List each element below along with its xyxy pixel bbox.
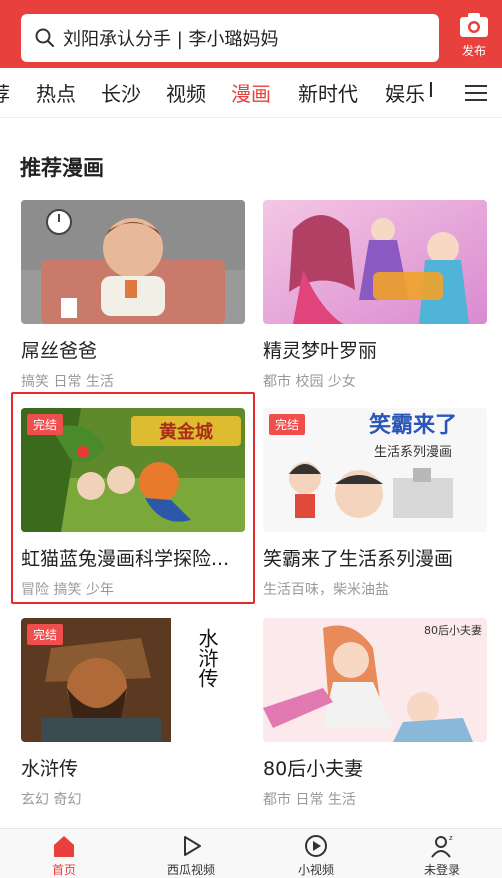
comic-card[interactable]: 黄金城 完结 虹猫蓝兔漫画科学探险... 冒险 搞笑 少年 <box>21 408 245 599</box>
svg-text:z: z <box>449 834 453 842</box>
tab-recommend[interactable]: 荐 <box>0 78 10 107</box>
tab-comic[interactable]: 漫画 <box>231 78 271 107</box>
tab-changsha[interactable]: 长沙 <box>101 78 141 107</box>
comic-cover: 水浒传 完结 <box>21 618 245 742</box>
home-icon <box>54 836 74 857</box>
comic-card[interactable]: 屌丝爸爸 搞笑 日常 生活 <box>21 200 245 391</box>
completed-badge: 完结 <box>27 414 64 435</box>
tab-entertainment[interactable]: 娱乐 <box>385 78 425 107</box>
comic-title: 屌丝爸爸 <box>21 340 98 362</box>
tab-partial[interactable]: I <box>428 78 434 102</box>
nav-account-label: 未登录 <box>423 863 460 877</box>
cover-title-text: 笑霸来了 <box>369 412 457 438</box>
comic-title: 笑霸来了生活系列漫画 <box>263 548 454 570</box>
comic-title: 虹猫蓝兔漫画科学探险... <box>21 548 230 570</box>
nav-account[interactable]: z 未登录 <box>402 833 482 878</box>
comic-feed: 推荐漫画 屌丝爸爸 搞笑 日常 生活 精灵梦叶罗丽 都市 校园 少女 黄金城 完… <box>0 118 502 828</box>
comic-title: 水浒传 <box>21 758 79 780</box>
search-icon <box>35 28 54 47</box>
completed-badge: 完结 <box>269 414 306 435</box>
cover-title-text: 黄金城 <box>159 421 213 443</box>
comic-cover <box>21 200 245 324</box>
nav-short-video-label: 小视频 <box>297 863 334 877</box>
cover-subtitle-text: 生活系列漫画 <box>374 445 452 460</box>
comic-title: 80后小夫妻 <box>263 758 364 780</box>
nav-home[interactable]: 首页 <box>24 833 104 878</box>
comic-tags: 搞笑 日常 生活 <box>21 374 114 390</box>
comic-card[interactable]: 笑霸来了 生活系列漫画 完结 笑霸来了生活系列漫画 生活百味，柴米油盐 <box>263 408 487 599</box>
comic-card[interactable]: 水浒传 完结 水浒传 玄幻 奇幻 <box>21 618 245 809</box>
comic-cover: 笑霸来了 生活系列漫画 完结 <box>263 408 487 532</box>
completed-badge: 完结 <box>27 624 64 645</box>
comic-tags: 都市 校园 少女 <box>263 374 356 390</box>
comic-tags: 冒险 搞笑 少年 <box>21 582 114 598</box>
comic-cover: 80后小夫妻 <box>263 618 487 742</box>
comic-cover: 黄金城 完结 <box>21 408 245 532</box>
tab-video[interactable]: 视频 <box>166 78 206 107</box>
top-header: 刘阳承认分手 | 李小璐妈妈 发布 <box>0 0 502 68</box>
comic-tags: 都市 日常 生活 <box>263 792 356 808</box>
search-hot-query: 刘阳承认分手 | 李小璐妈妈 <box>63 29 279 50</box>
tab-new-era[interactable]: 新时代 <box>298 78 358 107</box>
play-icon <box>184 836 201 856</box>
comic-card[interactable]: 80后小夫妻 80后小夫妻 都市 日常 生活 <box>263 618 487 809</box>
nav-short-video[interactable]: 小视频 <box>276 833 356 878</box>
comic-title: 精灵梦叶罗丽 <box>263 340 378 362</box>
cover-title-text: 水浒传 <box>195 628 219 688</box>
nav-xigua-label: 西瓜视频 <box>166 863 215 877</box>
nav-xigua-video[interactable]: 西瓜视频 <box>151 833 231 878</box>
comic-tags: 生活百味，柴米油盐 <box>263 582 389 598</box>
channel-tabs: 荐 热点 长沙 视频 漫画 新时代 娱乐 I <box>0 68 502 118</box>
bottom-navigation: 首页 西瓜视频 小视频 z 未登录 <box>0 828 502 878</box>
comic-cover <box>263 200 487 324</box>
search-box[interactable]: 刘阳承认分手 | 李小璐妈妈 <box>21 14 439 62</box>
comic-card[interactable]: 精灵梦叶罗丽 都市 校园 少女 <box>263 200 487 391</box>
comic-tags: 玄幻 奇幻 <box>21 792 82 808</box>
channel-menu-button[interactable] <box>450 68 502 117</box>
nav-home-label: 首页 <box>51 863 76 877</box>
hamburger-menu-icon <box>465 85 487 101</box>
short-video-icon <box>305 835 327 857</box>
tab-hot[interactable]: 热点 <box>36 78 76 107</box>
section-title: 推荐漫画 <box>20 156 104 180</box>
camera-icon <box>460 13 488 37</box>
publish-label: 发布 <box>461 44 486 58</box>
user-icon: z <box>431 834 453 858</box>
publish-button[interactable]: 发布 <box>452 12 496 66</box>
cover-title-text: 80后小夫妻 <box>424 624 482 637</box>
